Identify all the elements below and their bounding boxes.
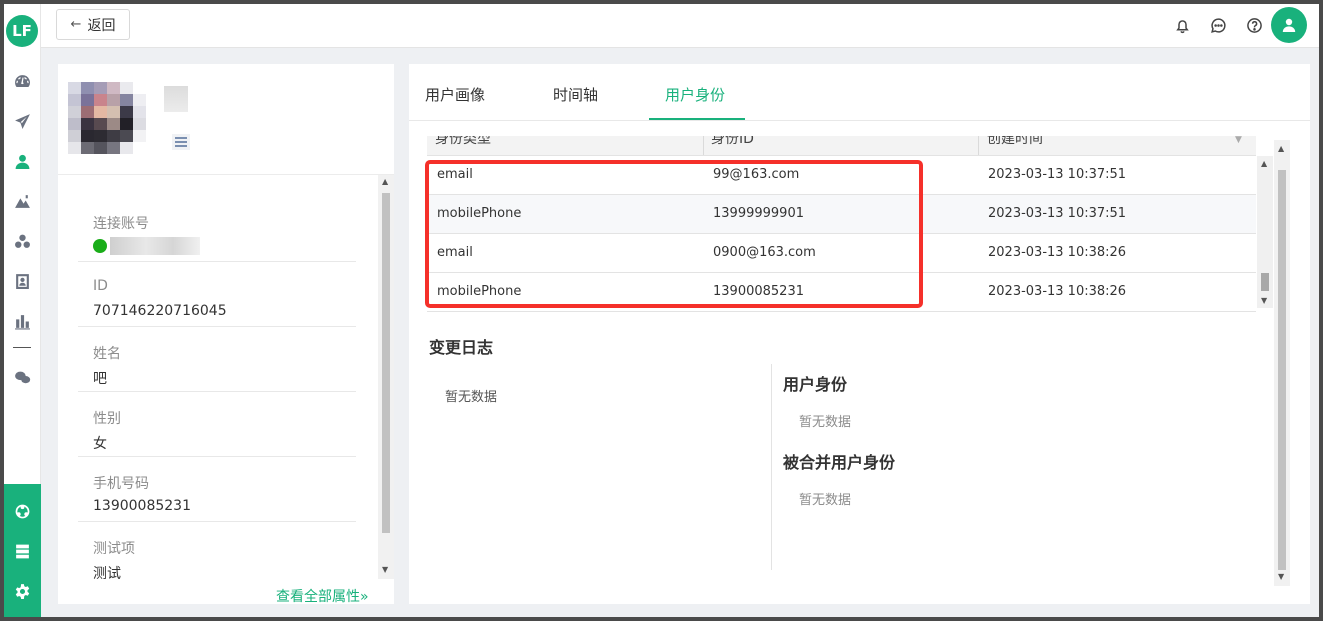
profile-header [58, 64, 394, 175]
detail-panel: 用户画像 时间轴 用户身份 身份类型 身份ID 创建时间 ▼ email 99@… [409, 64, 1310, 604]
column-identity-type[interactable]: 身份类型 [435, 136, 491, 148]
scrollbar-thumb[interactable] [1278, 170, 1286, 570]
property-name: 姓名 吧 [78, 327, 356, 392]
tab-timeline[interactable]: 时间轴 [553, 84, 598, 105]
scroll-down-icon[interactable]: ▼ [382, 565, 388, 574]
change-log-divider [771, 364, 772, 570]
dashboard-icon[interactable] [10, 70, 34, 92]
server-icon[interactable] [10, 540, 34, 562]
username-redacted [164, 86, 188, 112]
property-key: 姓名 [93, 346, 121, 362]
active-tab-indicator [649, 118, 745, 120]
property-gender: 性别 女 [78, 392, 356, 457]
user-identity-log-title: 用户身份 [783, 375, 848, 394]
property-value: 测试 [93, 566, 121, 579]
merged-identity-log-empty: 暂无数据 [799, 493, 852, 508]
property-test-item: 测试项 测试 [78, 522, 356, 579]
help-icon[interactable] [1243, 14, 1265, 36]
cell-created: 2023-03-13 10:37:51 [988, 167, 1127, 182]
app-window: LF ← 返回 连接账号 ID 707146220716045 姓名 吧 性别 … [4, 4, 1319, 617]
send-icon[interactable] [10, 110, 34, 132]
back-button[interactable]: ← 返回 [56, 9, 130, 40]
scroll-down-icon[interactable]: ▼ [1278, 572, 1284, 581]
cell-created: 2023-03-13 10:37:51 [988, 206, 1127, 221]
user-profile-panel: 连接账号 ID 707146220716045 姓名 吧 性别 女 手机号码 1… [58, 64, 394, 606]
list-icon[interactable] [172, 134, 190, 150]
property-value: 707146220716045 [93, 303, 227, 319]
scroll-up-icon[interactable]: ▲ [1261, 159, 1267, 168]
scrollbar-thumb[interactable] [1261, 273, 1269, 291]
mountain-icon[interactable] [10, 190, 34, 212]
wechat-icon[interactable] [10, 366, 34, 388]
tab-user-identity[interactable]: 用户身份 [665, 84, 725, 105]
identity-table-header: 身份类型 身份ID 创建时间 ▼ [427, 136, 1256, 156]
scroll-up-icon[interactable]: ▲ [382, 177, 388, 186]
property-key: 性别 [93, 411, 121, 427]
contact-icon[interactable] [10, 270, 34, 292]
nav-bottom-group [4, 484, 41, 617]
change-log-empty: 暂无数据 [445, 390, 498, 405]
gear-icon[interactable] [10, 580, 34, 602]
scroll-up-icon[interactable]: ▲ [1278, 144, 1284, 153]
column-divider [703, 136, 704, 155]
scroll-down-icon[interactable]: ▼ [1261, 296, 1267, 305]
double-chevron-right-icon: » [360, 589, 369, 605]
detail-scrollbar[interactable]: ▲ ▼ [1274, 140, 1290, 586]
sort-icon[interactable]: ▼ [1235, 136, 1242, 145]
property-id: ID 707146220716045 [78, 262, 356, 327]
profile-scrollbar[interactable]: ▲ ▼ [378, 175, 394, 579]
property-connected-account: 连接账号 [78, 197, 356, 262]
highlight-annotation-box [425, 160, 923, 308]
property-value: 吧 [93, 371, 107, 387]
column-divider [978, 136, 979, 155]
top-bar: ← 返回 [41, 4, 1319, 48]
table-scrollbar[interactable]: ▲ ▼ [1257, 156, 1273, 308]
nav-divider [13, 347, 31, 348]
property-value: 13900085231 [93, 498, 191, 514]
cluster-icon[interactable] [10, 230, 34, 252]
property-key: ID [93, 278, 108, 294]
property-list: 连接账号 ID 707146220716045 姓名 吧 性别 女 手机号码 1… [58, 175, 378, 579]
merged-identity-log-title: 被合并用户身份 [783, 453, 896, 472]
tab-user-portrait[interactable]: 用户画像 [425, 84, 485, 105]
bar-chart-icon[interactable] [10, 310, 34, 332]
wechat-icon [93, 239, 107, 253]
property-key: 手机号码 [93, 476, 149, 492]
property-phone: 手机号码 13900085231 [78, 457, 356, 522]
view-all-label: 查看全部属性 [276, 589, 360, 605]
scrollbar-thumb[interactable] [382, 193, 390, 533]
redacted-value [110, 237, 200, 255]
logo: LF [6, 15, 38, 47]
user-identity-log-empty: 暂无数据 [799, 415, 852, 430]
network-icon[interactable] [10, 500, 34, 522]
view-all-properties-link[interactable]: 查看全部属性» [276, 586, 369, 606]
property-key: 连接账号 [93, 216, 149, 232]
user-portrait-icon[interactable] [10, 150, 34, 172]
change-log-title: 变更日志 [429, 338, 494, 357]
tab-bar: 用户画像 时间轴 用户身份 [409, 64, 1310, 121]
property-key: 测试项 [93, 541, 135, 557]
back-button-label: 返回 [87, 17, 116, 34]
column-identity-id[interactable]: 身份ID [711, 136, 754, 148]
cell-created: 2023-03-13 10:38:26 [988, 284, 1127, 299]
property-value: 女 [93, 436, 107, 452]
cell-created: 2023-03-13 10:38:26 [988, 245, 1127, 260]
avatar [68, 82, 146, 154]
column-created-time[interactable]: 创建时间 [987, 136, 1043, 148]
arrow-left-icon: ← [70, 17, 82, 32]
message-icon[interactable] [1207, 14, 1229, 36]
avatar-icon[interactable] [1271, 7, 1307, 43]
bell-icon[interactable] [1171, 14, 1193, 36]
left-nav: LF [4, 4, 41, 617]
